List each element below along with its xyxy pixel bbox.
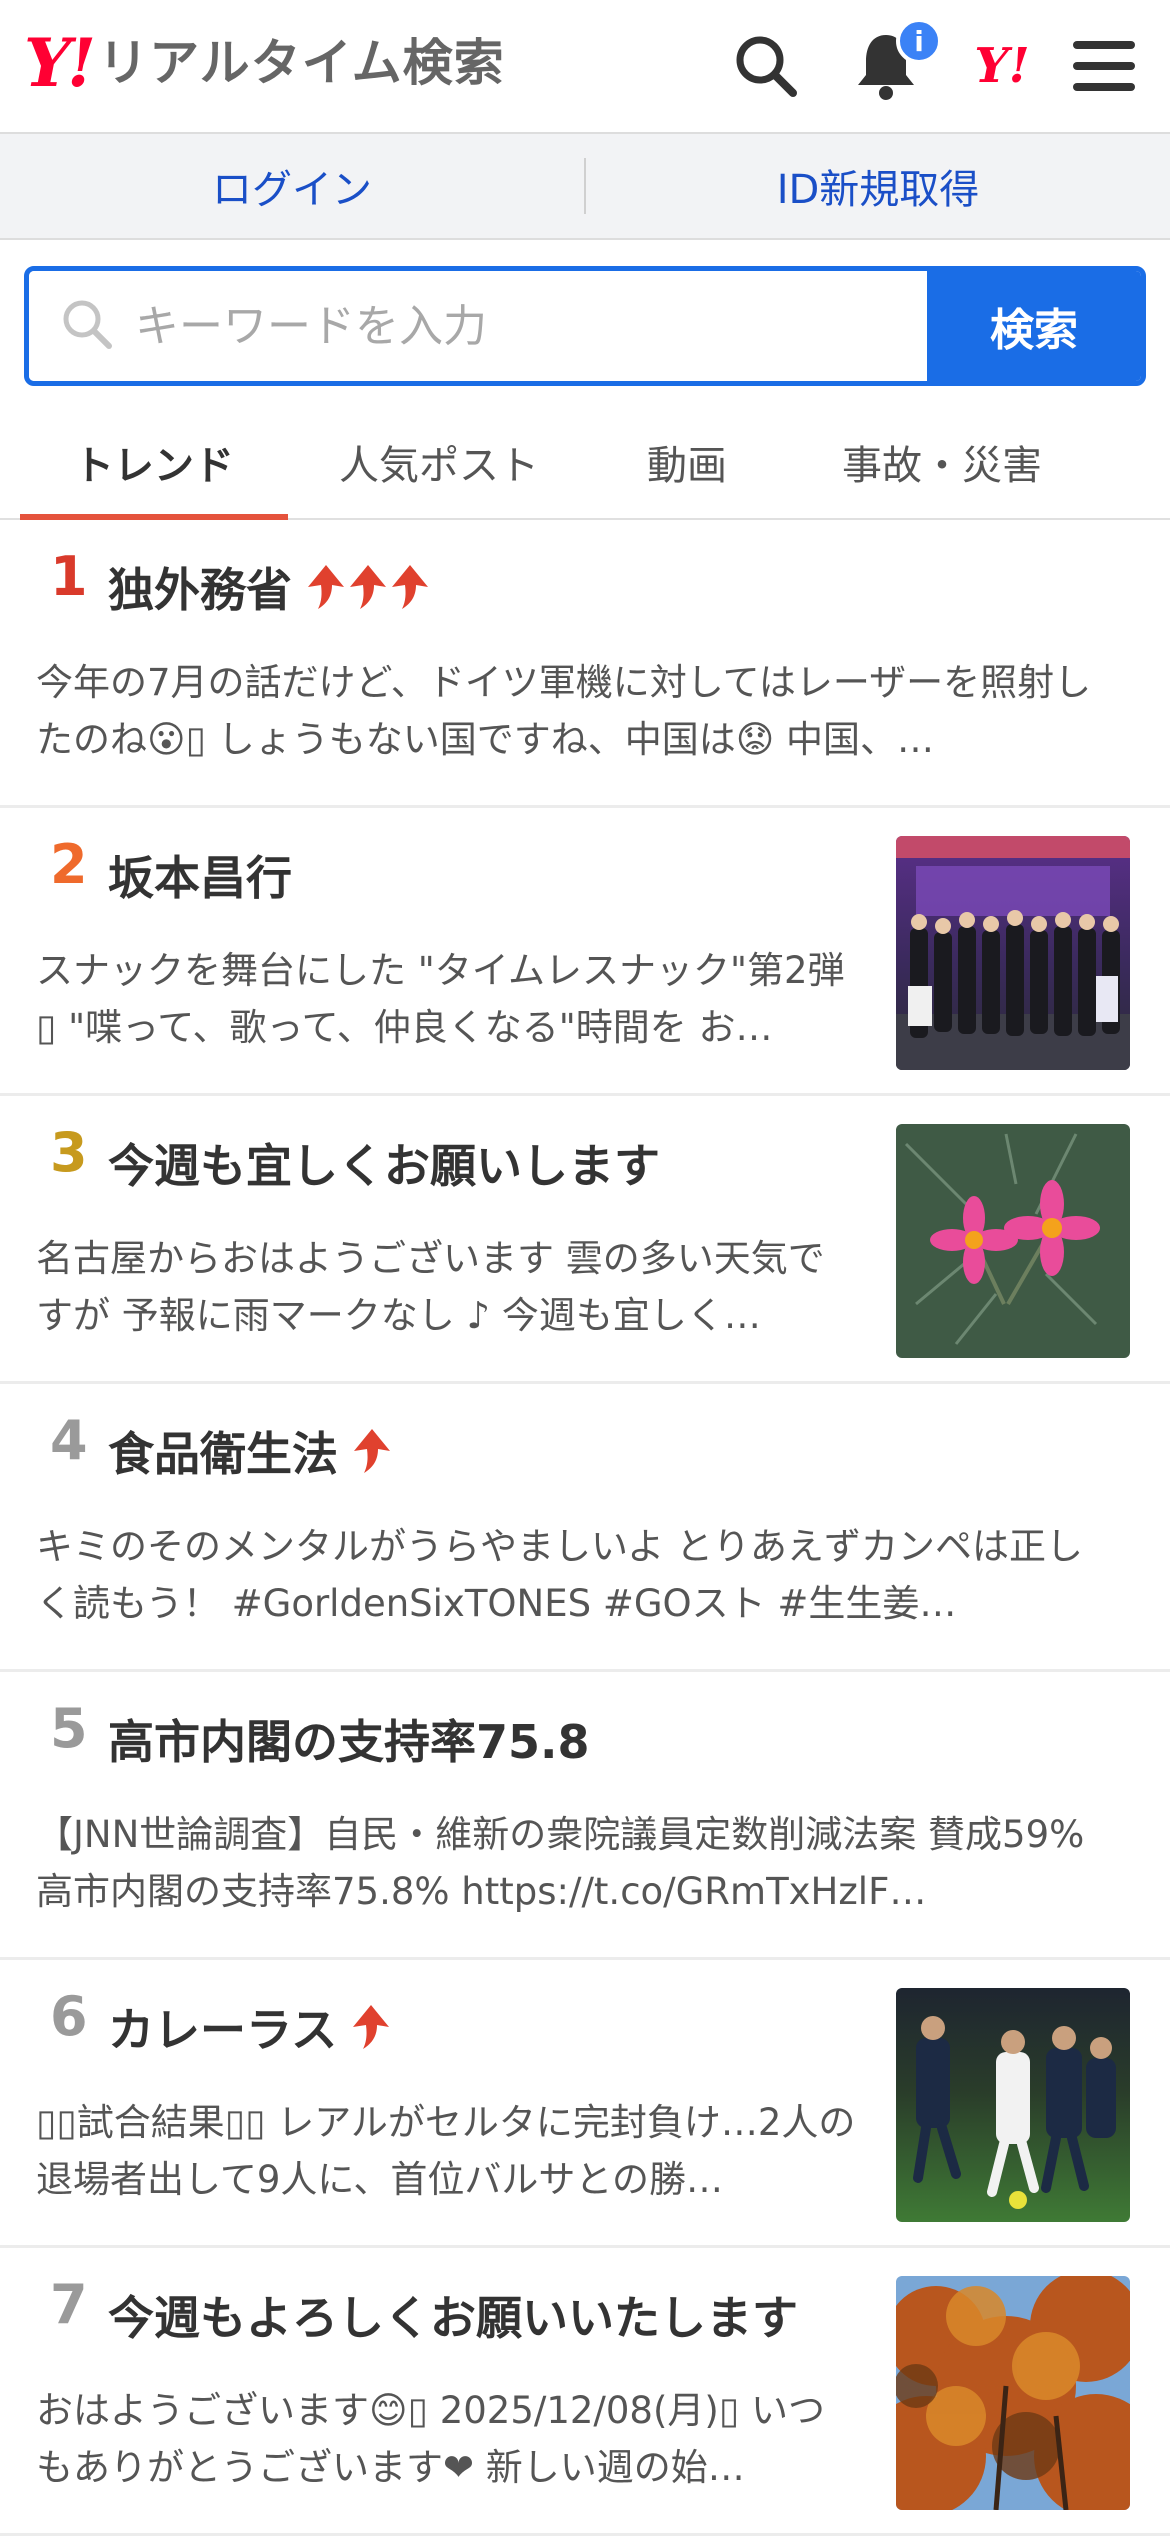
notification-badge: i (896, 18, 942, 64)
yahoo-japan-mark: Y! (974, 38, 1030, 94)
yahoo-logo-mark: Y! (24, 24, 96, 102)
trend-description: キミのそのメンタルがうらやましいよ とりあえずカンペは正しく読もう！ #Gorl… (36, 1525, 1084, 1625)
trend-thumbnail-soccer-photo (896, 1988, 1130, 2222)
trend-list: 1 独外務省 今年の7月の話だけど、ドイツ軍機に対してはレーザーを照射したのね😮… (0, 520, 1170, 2536)
login-link[interactable]: ログイン (0, 157, 584, 215)
trend-thumbnail-flowers-photo (896, 1124, 1130, 1358)
trend-item[interactable]: 5 高市内閣の支持率75.8 【JNN世論調査】自民・維新の衆院議員定数削減法案… (0, 1672, 1170, 1960)
trend-title-text: 坂本昌行 (108, 851, 292, 905)
yahoo-realtime-logo[interactable]: Y! リアルタイム検索 (24, 30, 505, 96)
rising-arrow-icon (392, 565, 428, 609)
trend-item[interactable]: 4 食品衛生法 キミのそのメンタルがうらやましいよ とりあえずカンペは正しく読も… (0, 1384, 1170, 1672)
search-input[interactable] (133, 299, 927, 353)
category-tabs: トレンド 人気ポスト 動画 事故・災害 (0, 406, 1170, 520)
trend-item[interactable]: 7 今週もよろしくお願いいたします おはようございます😊▯ 2025/12/08… (0, 2248, 1170, 2536)
trend-description: ▯▯試合結果▯▯ レアルがセルタに完封負け…2人の退場者出して9人に、首位バルサ… (36, 2101, 856, 2201)
tab-popular-posts[interactable]: 人気ポスト (288, 406, 590, 518)
login-bar: ログイン ID新規取得 (0, 134, 1170, 240)
trend-title-text: 独外務省 (108, 563, 292, 617)
rank-number: 5 (50, 1697, 88, 1760)
trend-thumbnail-autumn-photo (896, 2276, 1130, 2510)
rising-arrow-icon (353, 2005, 390, 2049)
rising-arrow-icon (308, 565, 344, 609)
trend-description: 【JNN世論調査】自民・維新の衆院議員定数削減法案 賛成59% 高市内閣の支持率… (36, 1813, 1085, 1913)
search-icon[interactable] (726, 26, 806, 106)
rank-number: 2 (50, 833, 88, 896)
tab-trend[interactable]: トレンド (20, 406, 288, 520)
trend-item[interactable]: 1 独外務省 今年の7月の話だけど、ドイツ軍機に対してはレーザーを照射したのね😮… (0, 520, 1170, 808)
bell-icon[interactable]: i (846, 18, 942, 106)
trend-item[interactable]: 3 今週も宜しくお願いします 名古屋からおはようございます 雲の多い天気ですが … (0, 1096, 1170, 1384)
rank-number: 6 (50, 1985, 88, 2048)
rank-number: 4 (50, 1409, 88, 1472)
hamburger-menu-icon[interactable] (1064, 26, 1144, 106)
trend-title: 独外務省 (108, 554, 432, 620)
search-button[interactable]: 検索 (927, 271, 1141, 381)
trend-item[interactable]: 2 坂本昌行 スナックを舞台にした "タイムレスナック"第2弾▯ "喋って、歌っ… (0, 808, 1170, 1096)
rising-arrow-icon (350, 565, 386, 609)
trend-title: 食品衛生法 (108, 1418, 394, 1484)
trend-description: スナックを舞台にした "タイムレスナック"第2弾▯ "喋って、歌って、仲良くなる… (36, 949, 845, 1049)
search-bar: 検索 (24, 266, 1146, 386)
app-header: Y! リアルタイム検索 i Y! (0, 0, 1170, 134)
trend-title-text: 今週もよろしくお願いいたします (108, 2291, 798, 2345)
register-id-link[interactable]: ID新規取得 (586, 157, 1170, 215)
trend-title-text: 今週も宜しくお願いします (108, 1139, 660, 1193)
trend-arrows (306, 563, 432, 611)
tab-accidents-disasters[interactable]: 事故・災害 (784, 406, 1100, 518)
trend-title-text: 食品衛生法 (108, 1427, 338, 1481)
trend-title-text: 高市内閣の支持率75.8 (108, 1715, 590, 1769)
logo-text: リアルタイム検索 (98, 34, 505, 92)
yahoo-japan-icon[interactable]: Y! (962, 26, 1042, 106)
trend-item[interactable]: 6 カレーラス ▯▯試合結果▯▯ レアルがセルタに完封負け…2人の退場者出して9… (0, 1960, 1170, 2248)
trend-description: 名古屋からおはようございます 雲の多い天気ですが 予報に雨マークなし ♪ 今週も… (36, 1237, 825, 1337)
trend-description: おはようございます😊▯ 2025/12/08(月)▯ いつもありがとうございます… (36, 2389, 825, 2489)
trend-title: 坂本昌行 (108, 842, 292, 908)
rising-arrow-icon (354, 1429, 390, 1473)
trend-title: 今週もよろしくお願いいたします (108, 2282, 798, 2348)
trend-title-text: カレーラス (108, 2003, 338, 2057)
trend-arrows (352, 1427, 394, 1475)
search-field-icon (59, 296, 115, 356)
trend-title: カレーラス (108, 1994, 393, 2060)
rank-number: 7 (50, 2273, 88, 2336)
trend-title: 今週も宜しくお願いします (108, 1130, 660, 1196)
rank-number: 1 (50, 545, 88, 608)
trend-arrows (351, 2003, 393, 2051)
rank-number: 3 (50, 1121, 88, 1184)
search-field (29, 271, 927, 381)
trend-thumbnail-stage-photo (896, 836, 1130, 1070)
trend-description: 今年の7月の話だけど、ドイツ軍機に対してはレーザーを照射したのね😮▯ しょうもな… (36, 661, 1092, 761)
trend-title: 高市内閣の支持率75.8 (108, 1706, 590, 1772)
tab-video[interactable]: 動画 (590, 406, 784, 518)
